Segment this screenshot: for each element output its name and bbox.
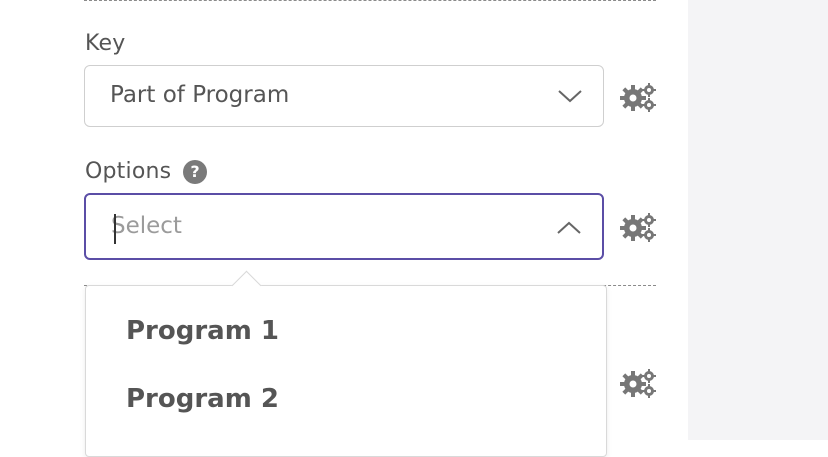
key-select-value: Part of Program [110, 82, 290, 108]
options-settings-gears-icon[interactable] [620, 212, 658, 242]
key-settings-gears-icon[interactable] [620, 82, 658, 112]
chevron-down-icon [558, 90, 582, 103]
chevron-up-icon [557, 221, 581, 234]
options-dropdown-menu: Program 1 Program 2 [85, 270, 607, 457]
key-label: Key [85, 31, 126, 56]
text-cursor [114, 214, 116, 244]
dropdown-caret [231, 270, 262, 301]
dropdown-option-program-2[interactable]: Program 2 [126, 384, 279, 414]
dropdown-option-program-1[interactable]: Program 1 [126, 316, 279, 346]
key-select[interactable]: Part of Program [84, 65, 604, 127]
right-side-panel [688, 0, 828, 440]
next-settings-gears-icon[interactable] [620, 368, 658, 398]
section-divider-top [84, 0, 656, 1]
question-circle-icon[interactable]: ? [183, 160, 207, 184]
options-select[interactable]: Select [84, 193, 604, 260]
options-select-placeholder: Select [111, 213, 182, 239]
options-label: Options [85, 159, 172, 184]
